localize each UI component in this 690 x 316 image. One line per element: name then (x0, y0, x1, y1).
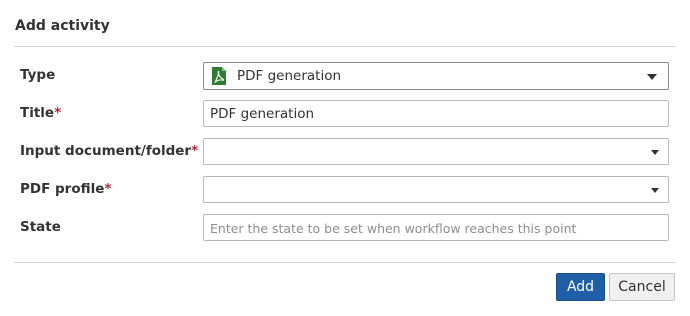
title-input-value: PDF generation (210, 106, 315, 122)
pdf-profile-label: PDF profile* (20, 179, 111, 199)
input-document-label-text: Input document/folder (20, 143, 192, 159)
state-label: State (20, 219, 61, 235)
dialog-title: Add activity (15, 18, 110, 34)
add-button[interactable]: Add (556, 273, 605, 301)
title-input[interactable]: PDF generation (203, 100, 669, 127)
cancel-button[interactable]: Cancel (609, 273, 675, 301)
required-marker: * (191, 143, 199, 159)
header-divider (14, 46, 676, 47)
type-select-value: PDF generation (237, 68, 342, 84)
add-activity-dialog: Add activity Type PDF generation Title* … (0, 0, 690, 316)
chevron-down-icon (647, 74, 657, 80)
input-document-label: Input document/folder* (20, 141, 198, 161)
pdf-file-icon (211, 67, 227, 85)
required-marker: * (54, 105, 62, 121)
input-document-select[interactable] (203, 138, 669, 165)
pdf-profile-row: PDF profile* (0, 176, 690, 206)
pdf-profile-select[interactable] (203, 176, 669, 203)
chevron-down-icon (651, 150, 659, 155)
input-document-row: Input document/folder* (0, 138, 690, 168)
title-label-text: Title (20, 105, 55, 121)
type-label: Type (20, 67, 56, 83)
footer-divider (14, 262, 676, 263)
pdf-profile-label-text: PDF profile (20, 181, 105, 197)
state-row: State Enter the state to be set when wor… (0, 214, 690, 244)
chevron-down-icon (651, 188, 659, 193)
state-input-placeholder: Enter the state to be set when workflow … (210, 221, 577, 236)
type-row: Type PDF generation (0, 62, 690, 92)
title-label: Title* (20, 103, 61, 123)
type-select[interactable]: PDF generation (203, 62, 669, 90)
required-marker: * (104, 181, 112, 197)
title-row: Title* PDF generation (0, 100, 690, 130)
state-input[interactable]: Enter the state to be set when workflow … (203, 214, 669, 241)
